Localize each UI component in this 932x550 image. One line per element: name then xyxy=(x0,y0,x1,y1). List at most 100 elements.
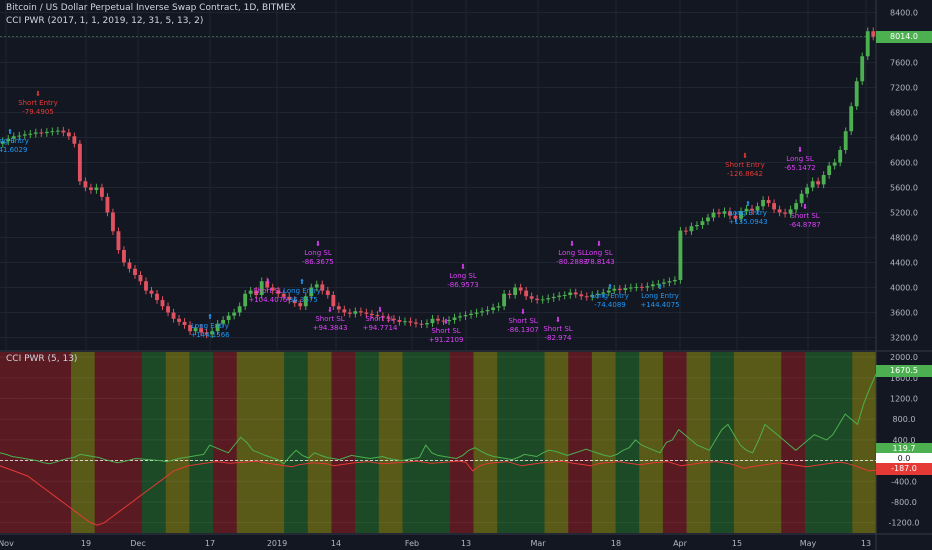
candle-body xyxy=(419,323,424,325)
candle-body xyxy=(546,298,551,300)
signal-marker: ⬇Short Entry-79.4905 xyxy=(18,90,58,116)
candle-body xyxy=(353,311,358,314)
signal-marker: ⬇Short Entry-126.8642 xyxy=(725,152,765,178)
candle-body xyxy=(336,306,341,310)
candle-body xyxy=(766,200,771,204)
candle-body xyxy=(133,268,137,275)
time-tick-label: 19 xyxy=(81,539,91,548)
cci-zone xyxy=(355,352,380,533)
candle-body xyxy=(88,187,93,190)
price-tick-label: 6800.0 xyxy=(890,109,918,118)
signal-marker: ⬇Long SL-78.8143 xyxy=(583,240,614,266)
cci-zone xyxy=(591,352,617,533)
price-tick-label: 5200.0 xyxy=(890,209,918,218)
cci-tick-label: -400.0 xyxy=(891,477,917,486)
candle-body xyxy=(463,315,468,317)
candle-body xyxy=(320,284,325,291)
candle-body xyxy=(33,132,38,134)
cci-zone xyxy=(544,352,569,533)
candle-body xyxy=(237,306,242,313)
candle-body xyxy=(61,130,66,133)
candle-body xyxy=(562,295,567,296)
candle-body xyxy=(634,286,639,288)
cci-zone xyxy=(213,352,238,533)
candle-body xyxy=(810,181,815,188)
price-tick-label: 4400.0 xyxy=(890,259,918,268)
price-tick-label: 7600.0 xyxy=(890,59,918,68)
candle-body xyxy=(94,187,99,190)
candle-body xyxy=(717,212,721,214)
cci-zone xyxy=(757,352,782,533)
signal-arrow-icon: ⬆ xyxy=(745,200,751,208)
signal-marker: ⬇Short SL+94.7714 xyxy=(363,306,398,332)
candle-body xyxy=(111,212,115,232)
cci-zone xyxy=(165,352,191,533)
chart-root[interactable]: ⬆Long Entry+41.6029⬇Short Entry-79.4905⬆… xyxy=(0,0,932,550)
cci-zone xyxy=(615,352,640,533)
candle-body xyxy=(568,292,573,295)
candle-body xyxy=(832,162,837,166)
candle-body xyxy=(507,293,512,295)
signal-label: Short SL xyxy=(365,315,394,323)
time-tick-label: May xyxy=(800,539,817,548)
cci-zone xyxy=(520,352,546,533)
signal-marker: ⬇Long SL-86.3675 xyxy=(302,240,333,266)
candle-body xyxy=(171,312,176,319)
candle-body xyxy=(127,262,132,269)
signal-value: +94.3843 xyxy=(313,324,348,332)
candle-body xyxy=(414,322,418,324)
candle-body xyxy=(695,225,699,227)
signal-value: +41.6029 xyxy=(0,146,27,154)
cci-zone xyxy=(497,352,522,533)
price-tick-label: 6000.0 xyxy=(890,159,918,168)
signal-value: +91.2109 xyxy=(429,336,464,344)
time-tick-label: Dec xyxy=(130,539,145,548)
signal-value: -74.4089 xyxy=(594,301,625,309)
cci-zone xyxy=(94,352,119,533)
cci-zone xyxy=(71,352,96,533)
cci-tick-label: 2000.0 xyxy=(890,353,918,362)
indicator-title: CCI PWR (5, 13) xyxy=(6,354,78,364)
candle-body xyxy=(650,284,655,287)
candle-body xyxy=(584,296,589,298)
signal-label: Long Entry xyxy=(191,322,229,330)
signal-label: Long SL xyxy=(558,249,586,257)
signal-value: -86.1307 xyxy=(507,326,538,334)
candle-body xyxy=(149,290,154,294)
current-price-badge: 8014.0 xyxy=(876,31,932,43)
candle-body xyxy=(325,290,330,295)
signal-arrow-icon: ⬇ xyxy=(569,240,575,248)
candle-body xyxy=(623,288,628,290)
signal-arrow-icon: ⬇ xyxy=(742,152,748,160)
signal-marker: ⬆Long Entry-86.3675 xyxy=(283,278,321,304)
signal-arrow-icon: ⬇ xyxy=(315,240,321,248)
candle-body xyxy=(66,132,71,137)
candle-body xyxy=(816,181,821,185)
candle-body xyxy=(39,132,44,134)
signal-arrow-icon: ⬆ xyxy=(657,283,663,291)
signal-label: Long Entry xyxy=(729,209,767,217)
cci-zone xyxy=(142,352,167,533)
cci-tick-label: -800.0 xyxy=(891,498,917,507)
candle-body xyxy=(551,296,556,299)
signal-label: Short SL xyxy=(431,327,460,335)
signal-value: -78.8143 xyxy=(583,258,614,266)
signal-value: +144.1566 xyxy=(190,331,230,339)
signal-value: +144.4075 xyxy=(640,301,679,309)
time-tick-label: 17 xyxy=(205,539,215,548)
price-tick-label: 3600.0 xyxy=(890,309,918,318)
candle-body xyxy=(105,196,110,213)
candle-body xyxy=(683,230,688,232)
signal-marker: ⬇Short SL-64.8787 xyxy=(789,203,820,229)
candle-body xyxy=(706,217,710,222)
time-tick-label: Apr xyxy=(673,539,688,548)
candle-body xyxy=(794,203,799,210)
candle-body xyxy=(397,320,402,322)
signal-value: -86.9573 xyxy=(447,281,478,289)
signal-marker: ⬇Long SL-86.9573 xyxy=(447,263,478,289)
candle-body xyxy=(480,311,485,313)
time-tick-label: 2019 xyxy=(267,539,287,548)
price-chart[interactable]: ⬆Long Entry+41.6029⬇Short Entry-79.4905⬆… xyxy=(0,0,932,550)
candle-body xyxy=(860,56,865,82)
signal-marker: ⬇Short SL-82.974 xyxy=(543,316,572,342)
